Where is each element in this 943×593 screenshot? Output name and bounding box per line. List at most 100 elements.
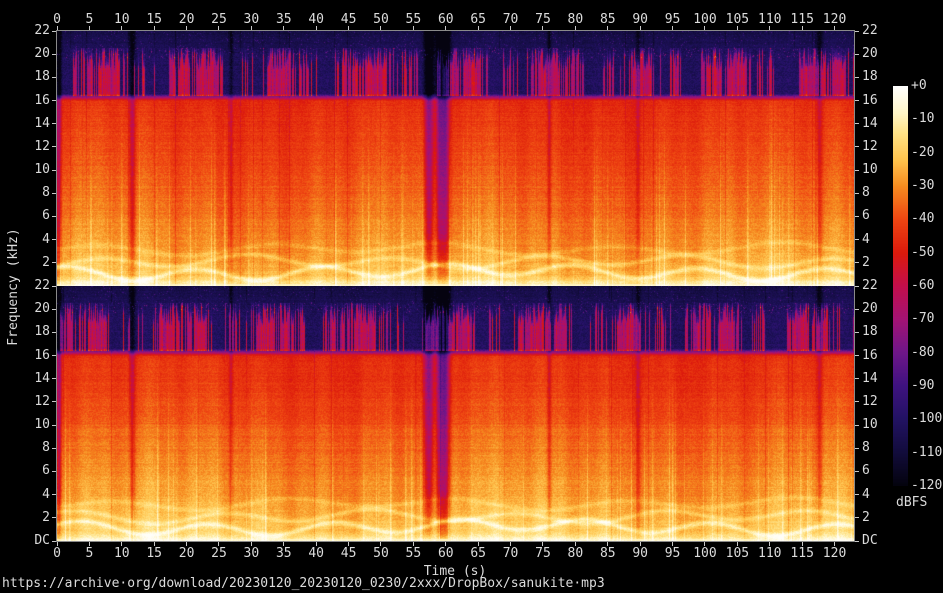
y-tick-label: 22 [862, 279, 878, 293]
x-tick-label: 5 [85, 13, 93, 27]
x-tick-label: 110 [758, 13, 781, 27]
y-tick [52, 494, 56, 495]
x-tick-label: 10 [114, 547, 130, 561]
x-tick-label: 55 [406, 547, 422, 561]
x-tick-label: 60 [438, 547, 454, 561]
y-tick [52, 355, 56, 356]
y-tick-label: 10 [862, 163, 878, 177]
y-tick [52, 401, 56, 402]
y-tick-label: 18 [862, 70, 878, 84]
y-tick [855, 239, 859, 240]
y-tick [855, 77, 859, 78]
y-tick-label: 6 [862, 209, 870, 223]
x-tick-label: 105 [726, 13, 749, 27]
y-tick [855, 401, 859, 402]
x-tick-label: 110 [758, 547, 781, 561]
y-tick [52, 77, 56, 78]
x-tick-label: 40 [308, 547, 324, 561]
y-tick [855, 517, 859, 518]
colorbar-unit-label: dBFS [896, 496, 927, 510]
y-tick [855, 494, 859, 495]
y-tick-label: 4 [20, 233, 50, 247]
x-tick-label: 45 [341, 13, 357, 27]
y-tick-label: 8 [20, 441, 50, 455]
x-tick-label: 20 [179, 547, 195, 561]
y-tick-label: 6 [20, 464, 50, 478]
y-tick [52, 31, 56, 32]
x-tick-label: 0 [53, 547, 61, 561]
y-tick-label: 8 [20, 186, 50, 200]
y-tick [52, 170, 56, 171]
y-tick [855, 332, 859, 333]
x-tick-label: 15 [146, 13, 162, 27]
x-tick-label: 25 [211, 547, 227, 561]
x-tick-label: 30 [244, 547, 260, 561]
y-tick [52, 309, 56, 310]
x-tick-label: 95 [665, 547, 681, 561]
x-tick-label: 120 [823, 13, 846, 27]
y-tick-label: DC [862, 534, 878, 548]
y-tick [855, 448, 859, 449]
y-tick-label: 4 [862, 233, 870, 247]
x-tick-label: 30 [244, 13, 260, 27]
y-tick [52, 262, 56, 263]
y-tick [52, 100, 56, 101]
x-tick-label: 70 [503, 13, 519, 27]
y-tick-label: 16 [20, 349, 50, 363]
y-tick-label: 2 [20, 511, 50, 525]
y-tick [855, 146, 859, 147]
x-tick-label: 35 [276, 13, 292, 27]
y-tick [52, 332, 56, 333]
x-tick-label: 25 [211, 13, 227, 27]
x-tick-label: 90 [632, 13, 648, 27]
y-tick-label: 8 [862, 441, 870, 455]
x-tick-label: 90 [632, 547, 648, 561]
y-tick [855, 54, 859, 55]
x-tick-label: 15 [146, 547, 162, 561]
y-tick [855, 378, 859, 379]
y-tick [855, 286, 859, 287]
y-tick [52, 239, 56, 240]
y-axis-title: Frequency (kHz) [7, 228, 21, 345]
y-tick [855, 216, 859, 217]
x-tick-label: 35 [276, 547, 292, 561]
x-tick-label: 85 [600, 547, 616, 561]
spectrogram-viewer: Frequency (kHz) 051015202530354045505560… [0, 0, 943, 593]
y-tick-label: 18 [20, 325, 50, 339]
x-tick-label: 50 [373, 547, 389, 561]
x-tick-label: 5 [85, 547, 93, 561]
colorbar-tick-label: -40 [911, 212, 934, 226]
spectrogram-channel-1 [57, 31, 854, 286]
y-tick-label: 12 [862, 140, 878, 154]
y-tick-label: 20 [20, 47, 50, 61]
y-tick-label: 22 [20, 279, 50, 293]
y-tick-label: 2 [20, 256, 50, 270]
y-tick [52, 146, 56, 147]
y-tick-label: 14 [862, 372, 878, 386]
x-tick-label: 80 [568, 547, 584, 561]
colorbar-tick-label: -100 [911, 412, 942, 426]
y-tick-label: 8 [862, 186, 870, 200]
y-tick [52, 123, 56, 124]
y-tick [52, 448, 56, 449]
y-tick-label: 14 [862, 117, 878, 131]
y-tick-label: 12 [862, 395, 878, 409]
y-tick [52, 541, 56, 542]
x-tick-label: 120 [823, 547, 846, 561]
spectrogram-plot-area [56, 30, 855, 542]
y-tick-label: 4 [20, 488, 50, 502]
x-tick-label: 95 [665, 13, 681, 27]
colorbar-tick-label: -120 [911, 479, 942, 493]
y-tick [52, 517, 56, 518]
y-tick [855, 31, 859, 32]
y-tick-label: 14 [20, 117, 50, 131]
x-tick-label: 45 [341, 547, 357, 561]
x-tick-label: 70 [503, 547, 519, 561]
x-tick-label: 75 [535, 547, 551, 561]
x-tick-label: 85 [600, 13, 616, 27]
x-tick-label: 65 [470, 13, 486, 27]
x-tick-label: 75 [535, 13, 551, 27]
y-tick-label: 14 [20, 372, 50, 386]
y-tick-label: 12 [20, 140, 50, 154]
y-tick [52, 216, 56, 217]
